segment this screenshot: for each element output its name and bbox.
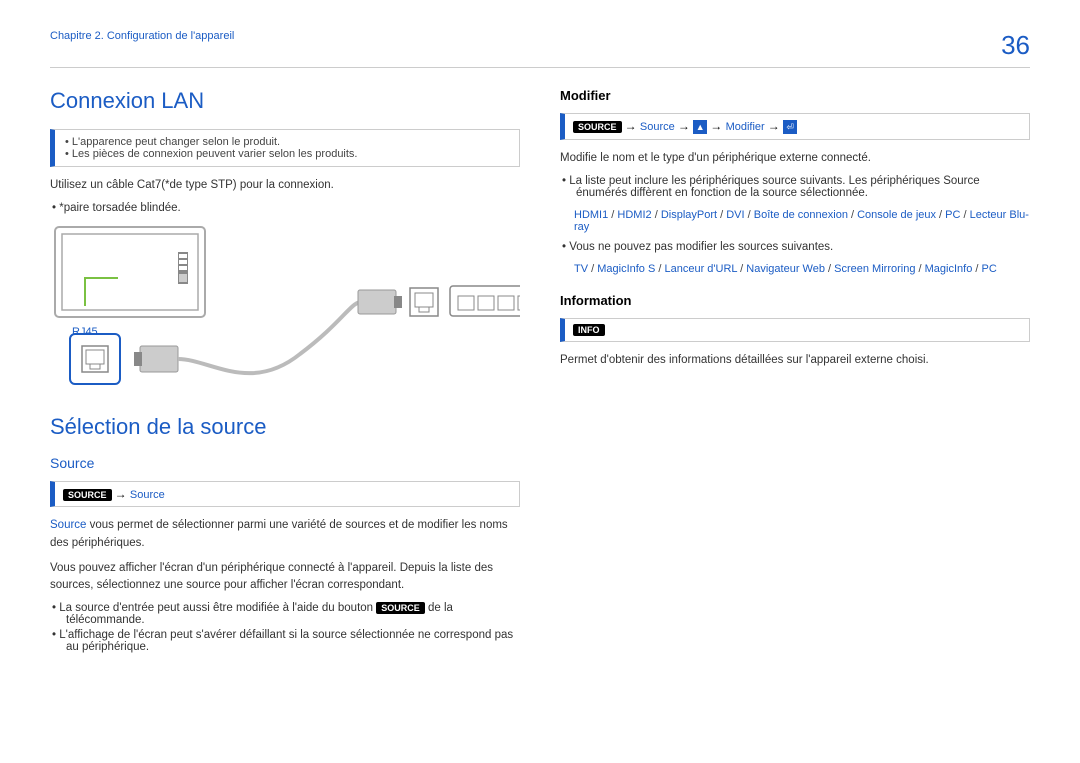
source-path-box: SOURCE → Source <box>50 481 520 507</box>
info-path-box: INFO <box>560 318 1030 342</box>
lan-diagram: RJ45 <box>50 224 520 394</box>
modifier-path-link: Modifier <box>726 121 765 133</box>
right-column: Modifier SOURCE → Source → ▲ → Modifier … <box>560 88 1030 663</box>
modifier-options-1: HDMI1 / HDMI2 / DisplayPort / DVI / Boît… <box>574 209 1030 233</box>
source-desc-2: Vous pouvez afficher l'écran d'un périph… <box>50 560 520 595</box>
note-item: Les pièces de connexion peuvent varier s… <box>65 148 509 160</box>
page-header: Chapitre 2. Configuration de l'appareil … <box>50 30 1030 68</box>
source-badge-inline: SOURCE <box>376 602 425 614</box>
source-badge: SOURCE <box>573 121 622 133</box>
modifier-list-a: La liste peut inclure les périphériques … <box>576 175 1030 199</box>
rj45-label: RJ45 <box>72 326 98 338</box>
modifier-list-b: Vous ne pouvez pas modifier les sources … <box>576 241 1030 253</box>
enter-icon: ⏎ <box>783 120 797 134</box>
source-badge: SOURCE <box>63 489 112 501</box>
modifier-path-box: SOURCE → Source → ▲ → Modifier → ⏎ <box>560 113 1030 140</box>
source-subheading: Source <box>50 455 520 471</box>
source-path-link: Source <box>130 489 165 501</box>
page-number: 36 <box>1001 30 1030 61</box>
source-note-a: La source d'entrée peut aussi être modif… <box>66 602 520 626</box>
information-heading: Information <box>560 293 1030 308</box>
chapter-title: Chapitre 2. Configuration de l'appareil <box>50 30 234 42</box>
note-item: L'apparence peut changer selon le produi… <box>65 136 509 148</box>
info-badge: INFO <box>573 324 605 336</box>
modifier-desc: Modifie le nom et le type d'un périphéri… <box>560 150 1030 167</box>
source-path-link: Source <box>640 121 675 133</box>
source-desc-1: Source vous permet de sélectionner parmi… <box>50 517 520 552</box>
lan-note-box: L'apparence peut changer selon le produi… <box>50 129 520 167</box>
information-desc: Permet d'obtenir des informations détail… <box>560 352 1030 369</box>
source-selection-heading: Sélection de la source <box>50 414 520 440</box>
left-column: Connexion LAN L'apparence peut changer s… <box>50 88 520 663</box>
modifier-heading: Modifier <box>560 88 1030 103</box>
stp-footnote: *paire torsadée blindée. <box>66 202 520 214</box>
modifier-options-2: TV / MagicInfo S / Lanceur d'URL / Navig… <box>574 263 1030 275</box>
lan-cable-text: Utilisez un câble Cat7(*de type STP) pou… <box>50 177 520 194</box>
up-arrow-icon: ▲ <box>693 120 707 134</box>
source-note-b: L'affichage de l'écran peut s'avérer déf… <box>66 629 520 653</box>
lan-heading: Connexion LAN <box>50 88 520 114</box>
